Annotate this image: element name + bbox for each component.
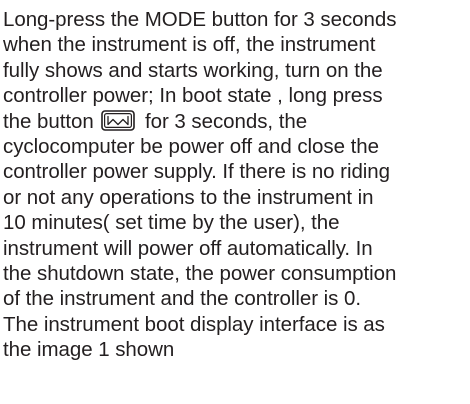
text-line-10: instrument will power off automatically.…: [3, 236, 373, 260]
text-line-5-end: for 3 seconds, the: [145, 109, 308, 133]
text-line-5-start: the button: [3, 109, 94, 133]
text-line-6: cyclocomputer be power off and close the: [3, 135, 379, 159]
text-line-12: of the instrument and the controller is …: [3, 287, 361, 311]
text-line-1: Long-press the MODE button for 3 seconds: [3, 8, 397, 31]
mode-button-icon: [101, 109, 136, 131]
document-paragraph: Long-press the MODE button for 3 seconds…: [0, 0, 470, 404]
text-line-11: the shutdown state, the power consumptio…: [3, 262, 397, 286]
text-line-4: controller power; In boot state , long p…: [3, 84, 383, 108]
text-line-2: when the instrument is off, the instrume…: [3, 33, 376, 57]
text-line-8: or not any operations to the instrument …: [3, 185, 374, 209]
text-line-14: the image 1 shown: [3, 338, 175, 362]
text-line-7: controller power supply. If there is no …: [3, 160, 391, 184]
text-line-13: The instrument boot display interface is…: [3, 312, 385, 336]
text-line-3: fully shows and starts working, turn on …: [3, 58, 383, 82]
text-line-5: the button for 3 seconds, the: [3, 109, 470, 134]
text-line-9: 10 minutes( set time by the user), the: [3, 211, 340, 235]
